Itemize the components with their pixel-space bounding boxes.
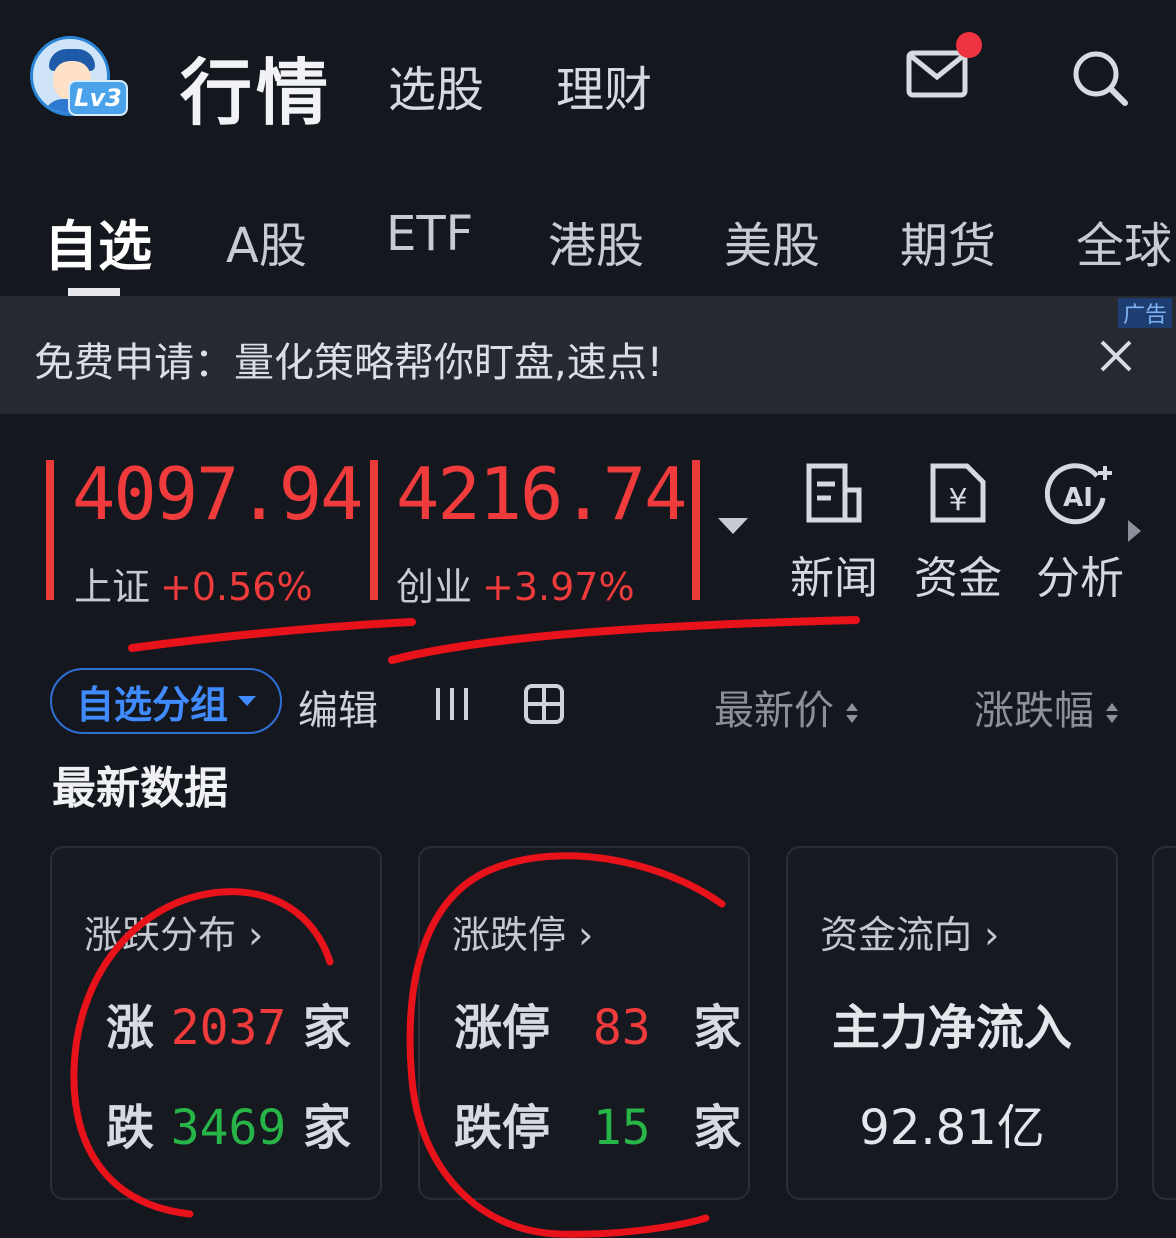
index-change-shanghai: +0.56%	[160, 565, 313, 609]
sort-icon	[846, 703, 858, 723]
limit-down-count: 15	[592, 1100, 651, 1156]
index-name-shanghai: 上证	[74, 565, 151, 609]
index-bar-chinext	[370, 460, 378, 600]
fall-count: 3469	[170, 1100, 287, 1156]
limit-up-row: 涨停 83 家	[454, 1000, 742, 1056]
mail-icon[interactable]	[906, 50, 968, 98]
rise-count: 2037	[170, 1000, 287, 1056]
level-badge: Lv3	[68, 80, 128, 116]
index-bar-shanghai	[46, 460, 54, 600]
index-value-chinext[interactable]: 4216.74	[396, 452, 687, 536]
svg-text:AI: AI	[1063, 483, 1093, 513]
page-title: 行情	[180, 51, 333, 135]
card-capital-flow[interactable]: 资金流向 › 主力净流入 92.81亿	[786, 846, 1118, 1200]
tool-news-label: 新闻	[790, 553, 878, 604]
tab-us-stocks[interactable]: 美股	[724, 206, 820, 276]
limit-up-count: 83	[592, 1000, 651, 1056]
chevron-right-icon[interactable]	[1128, 520, 1141, 542]
fund-icon: ¥	[930, 463, 986, 523]
news-icon	[806, 463, 862, 523]
rise-count-row: 涨 2037 家	[106, 1000, 352, 1056]
tab-a-shares[interactable]: A股	[226, 206, 307, 276]
sort-change-percent-label: 涨跌幅	[974, 688, 1094, 734]
edit-button[interactable]: 编辑	[298, 678, 378, 736]
card-limit-up-down[interactable]: 涨跌停 › 涨停 83 家 跌停 15 家	[418, 846, 750, 1200]
ai-analysis-icon: AI	[1045, 463, 1112, 525]
tool-analysis[interactable]: AI 分析	[1030, 462, 1130, 606]
tab-hk-stocks[interactable]: 港股	[548, 206, 644, 276]
sort-latest-price[interactable]: 最新价	[714, 678, 858, 736]
index-bar-next	[692, 460, 700, 600]
index-name-chinext: 创业	[396, 565, 473, 609]
card-title: 涨跌停 ›	[452, 913, 594, 957]
card-rise-fall-distribution[interactable]: 涨跌分布 › 涨 2037 家 跌 3469 家	[50, 846, 382, 1200]
tool-analysis-label: 分析	[1036, 553, 1124, 604]
tool-fund-label: 资金	[914, 553, 1002, 604]
notification-dot	[956, 32, 982, 58]
index-shanghai[interactable]: 上证 +0.56%	[74, 556, 313, 611]
sort-latest-price-label: 最新价	[714, 688, 834, 734]
limit-down-row: 跌停 15 家	[454, 1100, 742, 1156]
search-icon[interactable]	[1070, 48, 1130, 108]
tab-global[interactable]: 全球	[1076, 206, 1172, 276]
nav-wealth[interactable]: 理财	[556, 50, 652, 120]
tab-watchlist[interactable]: 自选	[44, 202, 152, 281]
watchlist-group-button[interactable]: 自选分组	[50, 668, 282, 734]
tab-futures[interactable]: 期货	[900, 206, 996, 276]
index-chinext[interactable]: 创业 +3.97%	[396, 556, 635, 611]
card-title: 涨跌分布 ›	[84, 913, 264, 957]
ad-label: 广告	[1118, 298, 1172, 328]
main-net-inflow-label: 主力净流入	[831, 1000, 1072, 1056]
sort-change-percent[interactable]: 涨跌幅	[974, 678, 1118, 736]
list-view-icon[interactable]	[432, 684, 472, 724]
close-icon[interactable]	[1096, 336, 1136, 376]
svg-text:¥: ¥	[948, 483, 967, 518]
chevron-down-icon	[238, 696, 256, 706]
tab-etf[interactable]: ETF	[386, 206, 473, 262]
active-tab-indicator	[68, 288, 120, 296]
main-net-inflow-value: 92.81亿	[859, 1100, 1045, 1156]
card-title: 资金流向 ›	[820, 913, 1000, 957]
fall-count-row: 跌 3469 家	[106, 1100, 352, 1156]
tool-news[interactable]: 新闻	[784, 462, 884, 606]
grid-view-icon[interactable]	[522, 682, 566, 726]
section-title: 最新数据	[52, 763, 228, 814]
card-next-partial[interactable]	[1152, 846, 1176, 1200]
sort-icon	[1106, 703, 1118, 723]
watchlist-group-label: 自选分组	[75, 682, 228, 727]
nav-stock-picker[interactable]: 选股	[388, 50, 484, 120]
index-value-shanghai[interactable]: 4097.94	[72, 452, 363, 536]
index-change-chinext: +3.97%	[482, 565, 635, 609]
chevron-down-icon[interactable]	[718, 518, 748, 534]
ad-banner-text[interactable]: 免费申请：量化策略帮你盯盘,速点!	[34, 330, 663, 388]
tool-fund[interactable]: ¥ 资金	[908, 462, 1008, 606]
